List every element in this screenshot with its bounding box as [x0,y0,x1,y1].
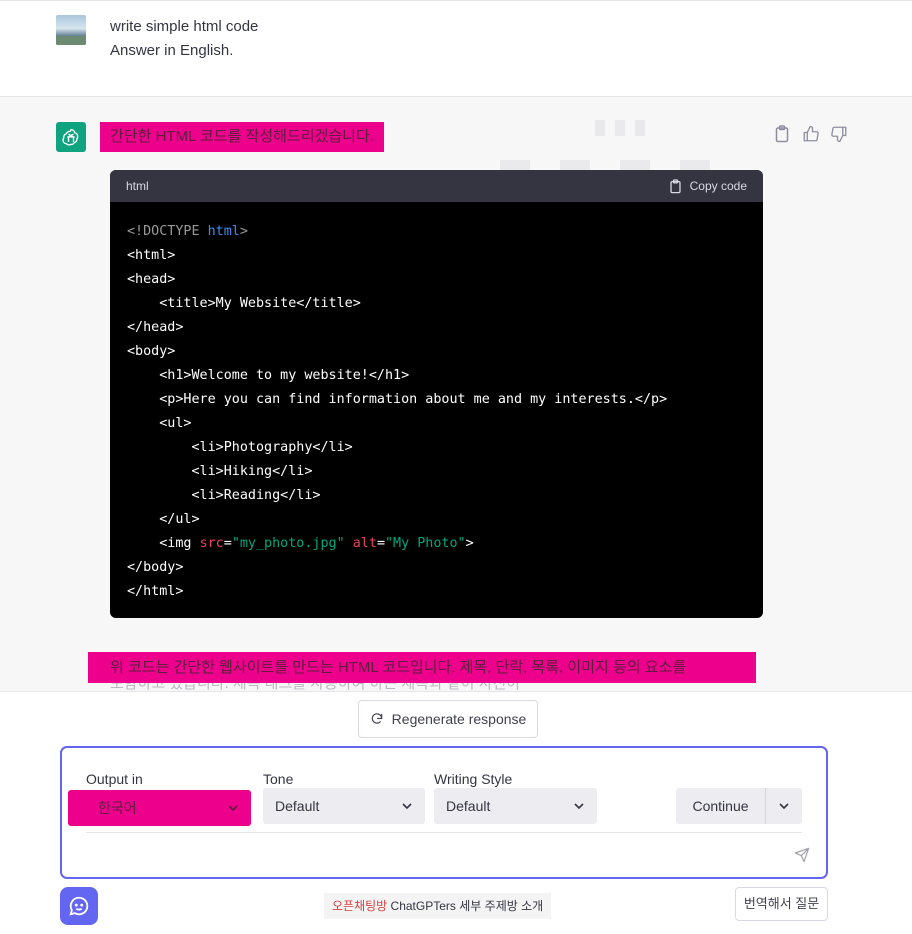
copy-code-label: Copy code [689,179,747,193]
translate-ask-button[interactable]: 번역해서 질문 [735,887,828,921]
chat-bubble-icon [69,896,89,916]
assistant-explanation-text: 위 코드는 간단한 웹사이트를 만드는 HTML 코드입니다. 제목, 단락, … [88,652,756,683]
code-line: <li>Hiking</li> [127,464,313,479]
chevron-down-icon [574,803,584,810]
user-message-line: Answer in English. [110,42,234,59]
code-line: <img src="my_photo.jpg" alt="My Photo"> [127,536,474,551]
assistant-explanation-overflow: 포함하고 있습니다. 제목 태그를 사용하여 하는 제목과 같이 사진이 [88,683,756,691]
notice-text: ChatGPTers 세부 주제방 소개 [390,899,544,913]
chevron-down-icon [779,803,789,810]
clipboard-icon[interactable] [774,125,792,143]
code-line: </head> [127,320,184,335]
code-line: <!DOCTYPE html> [127,224,248,239]
assistant-intro-text: 간단한 HTML 코드를 작성해드리겠습니다. [100,122,384,152]
copy-code-button[interactable]: Copy code [669,178,747,194]
code-line: <head> [127,272,176,287]
chevron-down-icon [402,803,412,810]
output-language-select[interactable]: 한국어 [68,790,251,826]
code-line: <li>Photography</li> [127,440,353,455]
code-line: <body> [127,344,176,359]
composer-divider [86,832,802,833]
thumbs-down-icon[interactable] [830,125,848,143]
clipboard-icon [670,178,681,193]
writing-style-value: Default [446,798,491,814]
user-message-line: write simple html code [110,18,259,35]
code-line: <li>Reading</li> [127,488,321,503]
code-block: html Copy code <!DOCTYPE html> <html> <hea… [110,170,763,618]
chevron-down-icon [228,805,238,812]
output-language-label: Output in [86,771,143,787]
regenerate-response-button[interactable]: Regenerate response [358,700,538,738]
continue-options-button[interactable] [766,800,802,812]
open-chat-button[interactable] [60,887,98,925]
user-avatar [56,15,86,45]
code-line: </html> [127,584,184,599]
regenerate-label: Regenerate response [391,711,527,727]
send-button[interactable] [794,847,810,868]
output-language-value: 한국어 [98,800,137,816]
assistant-explanation-partial: 포함하고 있습니다. 제목 태그를 사용하여 하는 제목과 같이 사진이 [88,683,756,691]
user-message-row: write simple html code Answer in English… [0,0,912,97]
open-chat-notice[interactable]: 오픈채팅방 ChatGPTers 세부 주제방 소개 [324,893,552,919]
code-line: <h1>Welcome to my website!</h1> [127,368,410,383]
refresh-icon [371,713,382,724]
notice-highlight: 오픈채팅방 [332,899,388,913]
chatgpt-logo-icon [56,122,86,152]
code-content: <!DOCTYPE html> <html> <head> <title>My We… [110,202,763,618]
tone-select[interactable]: Default [263,788,425,824]
code-line: </ul> [127,512,200,527]
code-line: <p>Here you can find information about m… [127,392,668,407]
code-line: <ul> [127,416,192,431]
message-actions [774,125,848,143]
code-line: </body> [127,560,184,575]
code-line: <title>My Website</title> [127,296,361,311]
code-line: <html> [127,248,176,263]
continue-button-group: Continue [676,788,802,824]
code-language-label: html [126,179,149,193]
tone-label: Tone [263,771,294,787]
writing-style-select[interactable]: Default [434,788,597,824]
send-icon [794,847,810,863]
code-block-header: html Copy code [110,170,763,202]
tone-value: Default [275,798,320,814]
continue-button[interactable]: Continue [676,788,766,824]
user-message-text: write simple html code Answer in English… [110,15,258,63]
thumbs-up-icon[interactable] [802,125,820,143]
writing-style-label: Writing Style [434,771,513,787]
